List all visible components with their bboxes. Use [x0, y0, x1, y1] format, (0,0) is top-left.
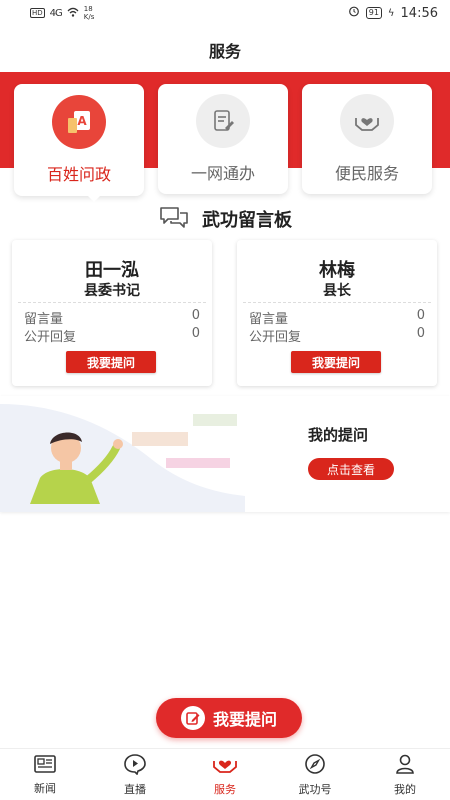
official-role: 县委书记 — [84, 283, 140, 299]
service-label: 便民服务 — [334, 164, 399, 183]
message-count-row: 留言量 0 — [24, 308, 200, 327]
message-count-value: 0 — [416, 308, 425, 323]
official-card: 田一泓 县委书记 留言量 0 公开回复 0 我要提问 — [12, 240, 212, 386]
form-pen-icon — [196, 94, 250, 148]
clock-time: 14:56 — [400, 5, 438, 21]
public-reply-row: 公开回复 0 — [24, 326, 200, 345]
service-card-convenience[interactable]: 便民服务 — [302, 84, 432, 194]
service-cards: A 百姓问政 一网通办 便民服务 — [0, 84, 450, 204]
my-questions-title: 我的提问 — [308, 426, 369, 444]
status-bar: HD 4G 18 K/s 91 ϟ 14:56 — [0, 0, 450, 26]
message-count-value: 0 — [191, 308, 200, 323]
message-count-label: 留言量 — [249, 312, 289, 327]
page-title: 服务 — [208, 42, 241, 61]
message-board-title: 武功留言板 — [0, 204, 450, 234]
official-name: 林梅 — [319, 260, 355, 281]
tab-label: 我的 — [394, 782, 416, 796]
official-name: 田一泓 — [85, 260, 139, 281]
tab-label: 新闻 — [34, 781, 56, 795]
alarm-icon — [348, 5, 360, 21]
network-speed: 18 K/s — [84, 5, 95, 21]
public-reply-label: 公开回复 — [24, 330, 77, 345]
compass-icon — [304, 753, 326, 778]
tab-services[interactable]: 服务 — [180, 749, 270, 800]
wifi-icon — [67, 7, 79, 20]
tab-news[interactable]: 新闻 — [0, 749, 90, 800]
official-role: 县长 — [323, 283, 351, 299]
ask-question-button[interactable]: 我要提问 — [291, 351, 381, 373]
status-left: HD 4G 18 K/s — [30, 5, 94, 21]
person-icon — [394, 753, 416, 778]
battery-icon: 91 — [365, 7, 382, 19]
charging-icon: ϟ — [387, 7, 395, 19]
tab-label: 服务 — [214, 782, 236, 796]
speed-value: 18 — [83, 5, 93, 13]
active-pointer — [86, 194, 102, 202]
tab-label: 武功号 — [298, 782, 332, 796]
ask-question-button[interactable]: 我要提问 — [66, 351, 156, 373]
public-reply-label: 公开回复 — [249, 330, 302, 345]
service-label: 一网通办 — [190, 164, 255, 183]
official-card: 林梅 县长 留言量 0 公开回复 0 我要提问 — [237, 240, 437, 386]
view-button[interactable]: 点击查看 — [308, 458, 394, 480]
status-right: 91 ϟ 14:56 — [348, 5, 438, 21]
signal-icon: 4G — [49, 7, 63, 19]
chat-bubbles-icon — [158, 205, 190, 233]
edit-icon — [180, 706, 205, 730]
public-reply-row: 公开回复 0 — [249, 326, 425, 345]
service-card-citizen-inquiry[interactable]: A 百姓问政 — [14, 84, 144, 202]
document-a-icon: A — [52, 95, 106, 149]
board-title-text: 武功留言板 — [202, 210, 292, 231]
news-icon — [33, 754, 57, 777]
play-icon — [123, 753, 147, 778]
service-label: 百姓问政 — [46, 165, 111, 184]
tab-mine[interactable]: 我的 — [360, 749, 450, 800]
page-header: 服务 — [0, 26, 450, 74]
service-card-one-stop[interactable]: 一网通办 — [158, 84, 288, 194]
heart-hands-icon — [340, 94, 394, 148]
bottom-tab-bar: 新闻 直播 服务 武功号 我的 — [0, 748, 450, 800]
floating-ask-button[interactable]: 我要提问 — [156, 698, 302, 738]
divider — [18, 302, 206, 303]
tab-label: 直播 — [124, 782, 146, 796]
heart-hands-icon — [212, 753, 238, 778]
speed-unit: K/s — [83, 13, 95, 21]
public-reply-value: 0 — [416, 326, 425, 341]
tab-live[interactable]: 直播 — [90, 749, 180, 800]
svg-text:A: A — [77, 114, 87, 128]
message-count-label: 留言量 — [24, 312, 64, 327]
divider — [243, 302, 431, 303]
floating-ask-label: 我要提问 — [212, 710, 277, 729]
person-speaking-illustration — [0, 404, 245, 512]
tab-wugong-hao[interactable]: 武功号 — [270, 749, 360, 800]
public-reply-value: 0 — [191, 326, 200, 341]
message-count-row: 留言量 0 — [249, 308, 425, 327]
my-questions-banner[interactable]: 我的提问 点击查看 — [0, 396, 450, 512]
hd-icon: HD — [30, 8, 45, 18]
